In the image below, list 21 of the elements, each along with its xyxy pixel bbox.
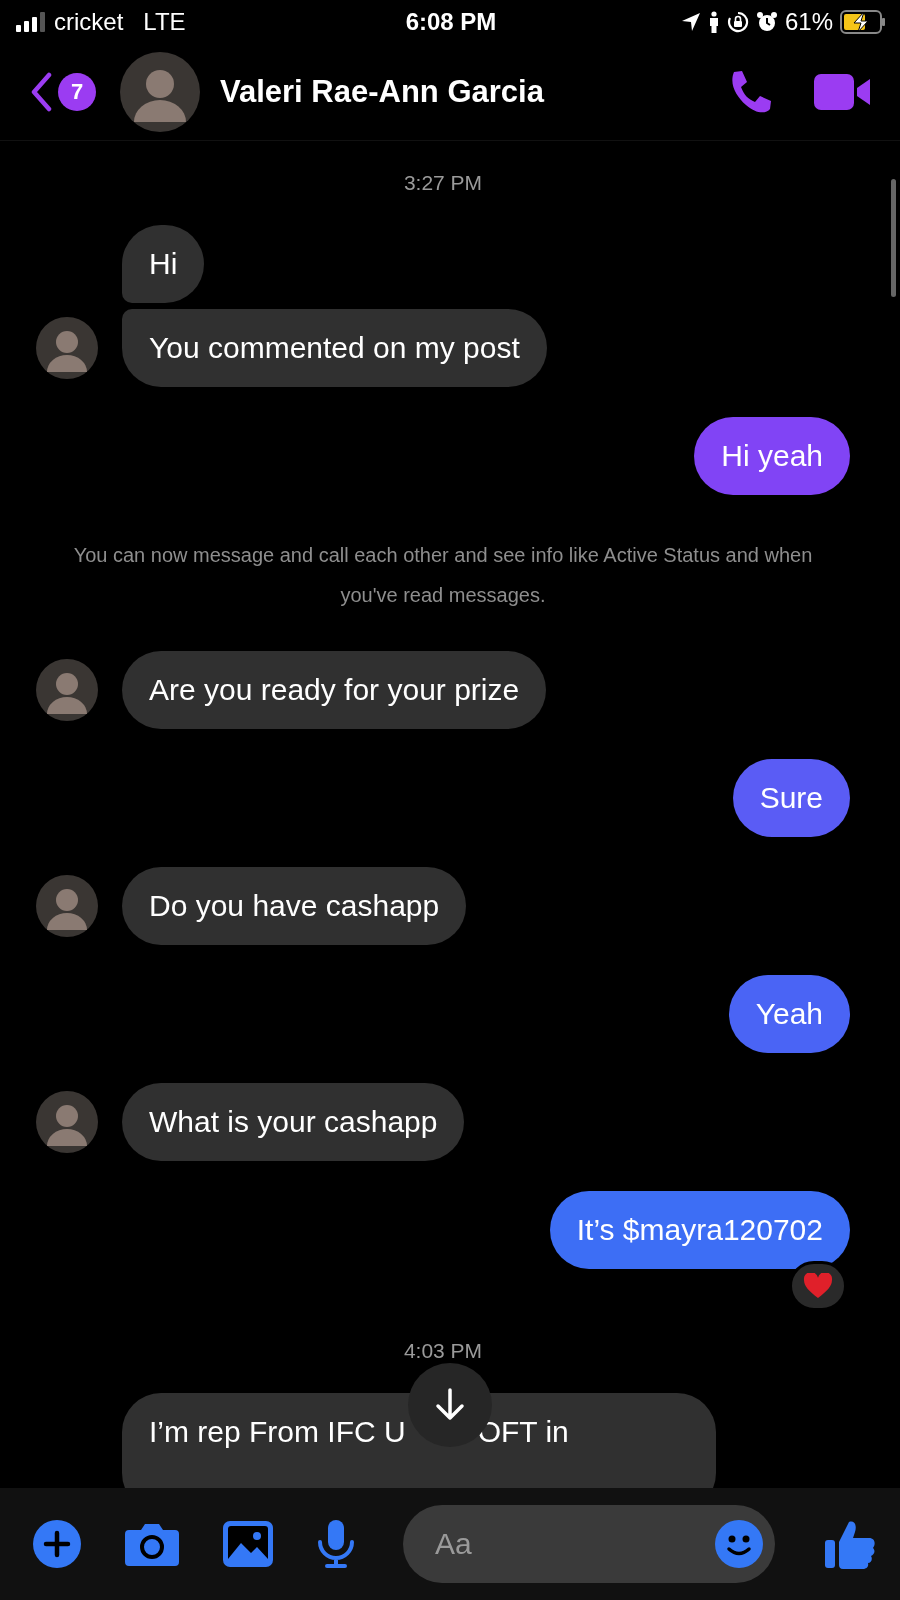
carrier-name: cricket (54, 8, 124, 36)
message-bubble: It’s $mayra120702 (549, 1191, 850, 1269)
message-bubble: Sure (732, 759, 850, 837)
message-bubble: What is your cashapp (122, 1083, 465, 1161)
contact-name: Valeri Rae-Ann Garcia (220, 74, 544, 110)
unread-count-badge: 7 (58, 73, 96, 111)
message-bubble: Hi (122, 225, 205, 303)
message-bubble: Hi yeah (694, 417, 850, 495)
back-button[interactable]: 7 (30, 72, 96, 112)
message-bubble: Yeah (728, 975, 850, 1053)
message-bubble: Do you have cashapp (122, 867, 467, 945)
message-input[interactable]: Aa (403, 1505, 775, 1583)
network-type: LTE (143, 8, 186, 36)
message-text: I’m rep From IFC U (149, 1414, 406, 1450)
message-bubble: Are you ready for your prize (122, 651, 547, 729)
timestamp: 4:03 PM (403, 1339, 483, 1363)
timestamp: 3:27 PM (403, 171, 483, 195)
clock-time: 6:08 PM (405, 8, 497, 36)
message-bubble: You commented on my post (122, 309, 547, 387)
battery-percent: 61% (784, 8, 833, 36)
info-notice: You can now message and call each other and see info like Active Status and when you've read messages. (72, 543, 814, 608)
